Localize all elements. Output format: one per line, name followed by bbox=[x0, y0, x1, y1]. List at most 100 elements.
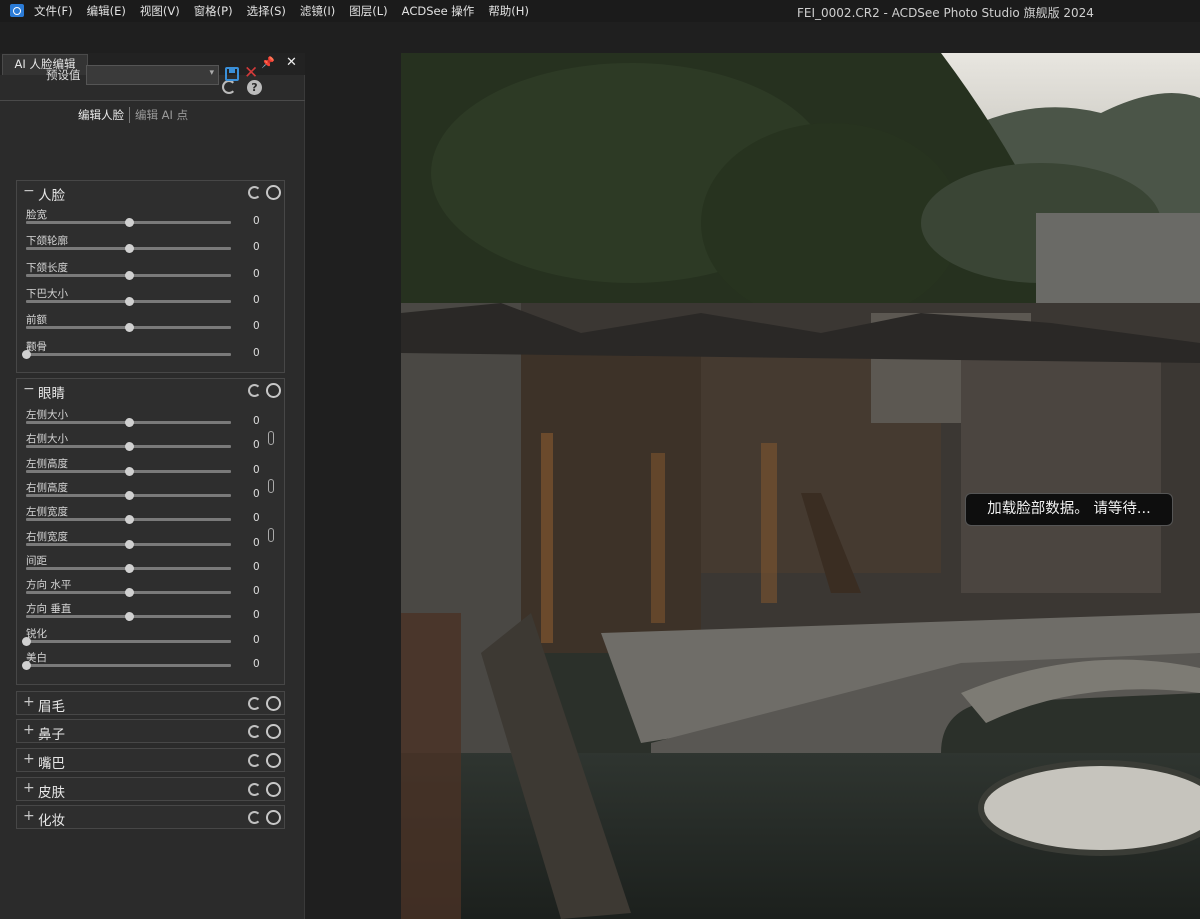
slider-thumb[interactable] bbox=[124, 218, 134, 227]
toggle-icon[interactable] bbox=[266, 383, 281, 398]
slider-thumb[interactable] bbox=[124, 539, 134, 549]
slider-track[interactable] bbox=[22, 349, 231, 359]
expand-icon[interactable]: + bbox=[23, 780, 35, 796]
slider-track[interactable] bbox=[26, 218, 231, 227]
preset-dropdown[interactable] bbox=[86, 65, 219, 85]
photo-canvas[interactable] bbox=[401, 53, 1200, 919]
reset-icon[interactable] bbox=[248, 811, 261, 824]
menu-select[interactable]: 选择(S) bbox=[247, 3, 286, 19]
slider-track[interactable] bbox=[26, 323, 231, 333]
reset-icon[interactable] bbox=[248, 697, 261, 710]
slider-value[interactable]: 0 bbox=[253, 241, 260, 253]
slider-track[interactable] bbox=[26, 612, 231, 622]
slider-track[interactable] bbox=[26, 442, 231, 452]
slider-thumb[interactable] bbox=[22, 661, 31, 670]
menu-edit[interactable]: 编辑(E) bbox=[87, 3, 126, 19]
group-header[interactable]: + 皮肤 bbox=[17, 778, 284, 802]
slider-track[interactable] bbox=[26, 588, 231, 598]
slider-track[interactable] bbox=[22, 661, 231, 670]
link-height-icon[interactable] bbox=[268, 479, 274, 493]
menu-layer[interactable]: 图层(L) bbox=[349, 3, 387, 19]
slider-track[interactable] bbox=[26, 515, 231, 525]
pin-icon[interactable]: 📌 bbox=[261, 56, 275, 69]
slider-track[interactable] bbox=[26, 466, 231, 476]
link-width-icon[interactable] bbox=[268, 528, 274, 542]
toggle-icon[interactable] bbox=[266, 724, 281, 739]
group-header[interactable]: + 鼻子 bbox=[17, 720, 284, 744]
toggle-icon[interactable] bbox=[266, 696, 281, 711]
reset-icon[interactable] bbox=[248, 384, 261, 397]
expand-icon[interactable]: + bbox=[23, 722, 35, 738]
slider-thumb[interactable] bbox=[124, 515, 134, 525]
slider-track[interactable] bbox=[22, 636, 231, 646]
slider-value[interactable]: 0 bbox=[253, 347, 260, 359]
slider-value[interactable]: 0 bbox=[253, 585, 260, 597]
slider-track[interactable] bbox=[26, 539, 231, 549]
close-icon[interactable]: ✕ bbox=[286, 55, 297, 70]
slider-thumb[interactable] bbox=[124, 490, 134, 500]
slider-track[interactable] bbox=[26, 418, 231, 427]
slider-thumb[interactable] bbox=[22, 636, 31, 646]
menu-view[interactable]: 视图(V) bbox=[140, 3, 180, 19]
slider-thumb[interactable] bbox=[22, 349, 31, 359]
slider-thumb[interactable] bbox=[124, 563, 134, 573]
reset-icon[interactable] bbox=[248, 186, 261, 199]
slider-track[interactable] bbox=[26, 270, 231, 280]
slider-value[interactable]: 0 bbox=[253, 268, 260, 280]
slider-value[interactable]: 0 bbox=[253, 561, 260, 573]
app-logo-icon[interactable] bbox=[10, 4, 24, 17]
slider-value[interactable]: 0 bbox=[253, 439, 260, 451]
slider-thumb[interactable] bbox=[124, 244, 134, 254]
menu-filter[interactable]: 滤镜(I) bbox=[300, 3, 335, 19]
slider-track[interactable] bbox=[26, 296, 231, 306]
slider-value[interactable]: 0 bbox=[253, 488, 260, 500]
group-header[interactable]: + 化妆 bbox=[17, 806, 284, 830]
expand-icon[interactable]: + bbox=[23, 808, 35, 824]
collapse-icon[interactable]: − bbox=[23, 381, 35, 397]
slider-thumb[interactable] bbox=[124, 296, 134, 306]
toggle-icon[interactable] bbox=[266, 782, 281, 797]
slider-value[interactable]: 0 bbox=[253, 215, 260, 227]
slider-value[interactable]: 0 bbox=[253, 320, 260, 332]
slider-thumb[interactable] bbox=[124, 442, 134, 452]
slider-value[interactable]: 0 bbox=[253, 464, 260, 476]
menu-pane[interactable]: 窗格(P) bbox=[194, 3, 233, 19]
slider-track[interactable] bbox=[26, 244, 231, 254]
tab-edit-face[interactable]: 编辑人脸 bbox=[78, 107, 130, 123]
delete-preset-icon[interactable]: ✕ bbox=[244, 63, 258, 83]
toggle-icon[interactable] bbox=[266, 185, 281, 200]
collapse-icon[interactable]: − bbox=[23, 183, 35, 199]
slider-track[interactable] bbox=[26, 563, 231, 573]
slider-thumb[interactable] bbox=[124, 588, 134, 598]
tab-edit-ai-points[interactable]: 编辑 AI 点 bbox=[130, 107, 188, 123]
group-header[interactable]: − 人脸 bbox=[17, 181, 284, 205]
slider-value[interactable]: 0 bbox=[253, 609, 260, 621]
expand-icon[interactable]: + bbox=[23, 751, 35, 767]
group-header[interactable]: + 嘴巴 bbox=[17, 749, 284, 773]
slider-thumb[interactable] bbox=[124, 612, 134, 622]
toggle-icon[interactable] bbox=[266, 810, 281, 825]
group-header[interactable]: − 眼睛 bbox=[17, 379, 284, 403]
slider-thumb[interactable] bbox=[124, 418, 134, 427]
slider-value[interactable]: 0 bbox=[253, 634, 260, 646]
menu-actions[interactable]: ACDSee 操作 bbox=[402, 3, 475, 19]
reset-icon[interactable] bbox=[248, 725, 261, 738]
slider-track[interactable] bbox=[26, 490, 231, 500]
slider-thumb[interactable] bbox=[124, 466, 134, 476]
reset-icon[interactable] bbox=[248, 783, 261, 796]
slider-thumb[interactable] bbox=[124, 270, 134, 280]
menu-file[interactable]: 文件(F) bbox=[34, 3, 73, 19]
toggle-icon[interactable] bbox=[266, 753, 281, 768]
link-size-icon[interactable] bbox=[268, 431, 274, 445]
reset-icon[interactable] bbox=[248, 754, 261, 767]
group-header[interactable]: + 眉毛 bbox=[17, 692, 284, 716]
slider-value[interactable]: 0 bbox=[253, 658, 260, 670]
slider-value[interactable]: 0 bbox=[253, 512, 260, 524]
menu-help[interactable]: 帮助(H) bbox=[488, 3, 529, 19]
save-preset-icon[interactable] bbox=[225, 67, 239, 81]
slider-value[interactable]: 0 bbox=[253, 294, 260, 306]
expand-icon[interactable]: + bbox=[23, 694, 35, 710]
slider-value[interactable]: 0 bbox=[253, 415, 260, 427]
reset-all-icon[interactable] bbox=[222, 80, 236, 94]
slider-thumb[interactable] bbox=[124, 323, 134, 333]
